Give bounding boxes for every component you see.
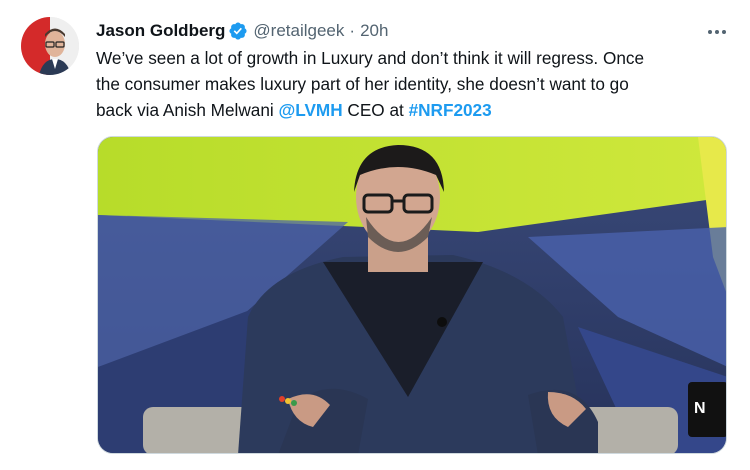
separator-dot: ·	[349, 21, 356, 40]
tweet-text-line-1: We’ve seen a lot of growth in Luxury and…	[96, 48, 645, 68]
tweet-text-line-3: back via Anish Melwani @LVMH CEO at #NRF…	[96, 97, 736, 123]
tweet-header: Jason Goldberg @retailgeek · 20h	[96, 19, 388, 43]
tweet-text-after-mention: CEO at	[342, 100, 409, 120]
mention-link[interactable]: @LVMH	[278, 100, 342, 120]
tweet-photo[interactable]: N	[97, 136, 727, 454]
author-handle[interactable]: @retailgeek	[253, 21, 344, 41]
tweet-timestamp[interactable]: 20h	[360, 21, 388, 41]
tweet-text-line-3-start: back via Anish Melwani	[96, 100, 279, 120]
tweet-text: We’ve seen a lot of growth in Luxury and…	[96, 45, 736, 123]
avatar-image	[21, 17, 79, 75]
author-name[interactable]: Jason Goldberg	[96, 21, 225, 41]
more-options-icon[interactable]	[700, 17, 734, 47]
hashtag-link[interactable]: #NRF2023	[409, 100, 492, 120]
tweet-text-line-2: the consumer makes luxury part of her id…	[96, 74, 629, 94]
verified-badge-icon	[228, 21, 248, 41]
svg-text:N: N	[694, 400, 706, 417]
photo-image: N	[98, 137, 726, 453]
avatar[interactable]	[21, 17, 79, 75]
tweet[interactable]: Jason Goldberg @retailgeek · 20h We’ve s…	[0, 0, 750, 470]
